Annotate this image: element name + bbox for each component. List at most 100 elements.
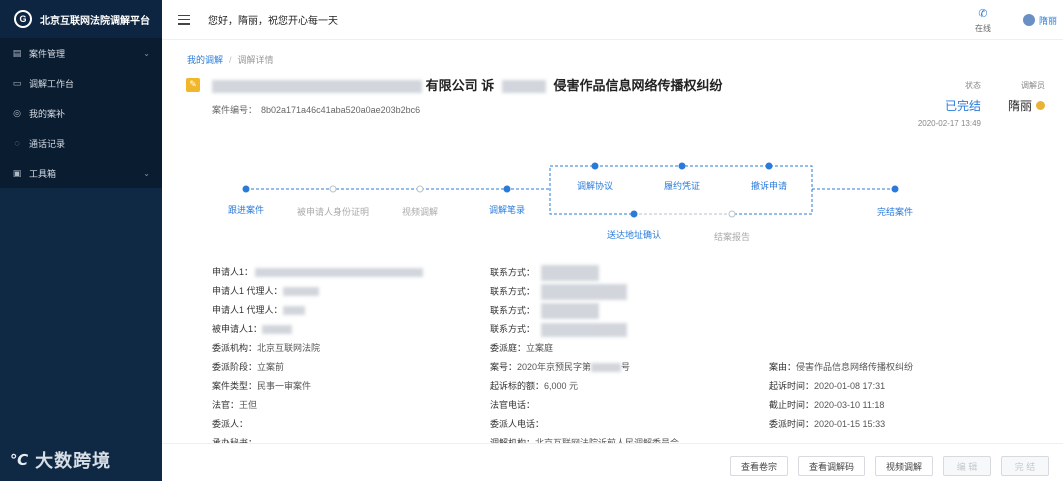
flow-step-dot bbox=[678, 162, 686, 170]
flow-step-dot bbox=[891, 185, 899, 193]
sidebar-item-toolbox[interactable]: ▣ 工具箱 ⌄ bbox=[0, 158, 162, 188]
menu-toggle-icon[interactable] bbox=[178, 14, 190, 25]
edit-button[interactable]: 编 辑 bbox=[943, 456, 991, 476]
info-applicant-agent-1: 申请人1 代理人： bbox=[212, 284, 319, 297]
sidebar-item-label: 调解工作台 bbox=[29, 78, 75, 89]
sidebar-item-case-management[interactable]: ▤ 案件管理 ⌄ bbox=[0, 38, 162, 68]
watermark-logo: ℃ 大数跨境 bbox=[10, 447, 111, 473]
monitor-icon: ▭ bbox=[12, 77, 22, 88]
sidebar-item-label: 我的案补 bbox=[29, 108, 66, 119]
online-label: 在线 bbox=[974, 23, 991, 33]
view-code-button[interactable]: 查看调解码 bbox=[798, 456, 865, 476]
info-contact-2: 联系方式： bbox=[490, 284, 628, 300]
flow-step-dot bbox=[591, 162, 599, 170]
action-bar: 查看卷宗 查看调解码 视频调解 编 辑 完 结 bbox=[162, 443, 1063, 481]
sidebar-item-label: 工具箱 bbox=[29, 168, 57, 179]
sidebar-item-label: 案件管理 bbox=[29, 48, 66, 59]
flow-step-dot bbox=[728, 210, 736, 218]
phone-icon: ✆ bbox=[978, 7, 988, 20]
info-assign-court: 委派庭：立案庭 bbox=[490, 343, 554, 353]
info-assign-stage: 委派阶段：立案前 bbox=[212, 362, 285, 372]
user-menu[interactable]: 隋丽 bbox=[1022, 14, 1057, 27]
mediator-label: 调解员 bbox=[1021, 81, 1045, 90]
status-time: 2020-02-17 13:49 bbox=[917, 119, 981, 128]
info-contact-3: 联系方式： bbox=[490, 303, 600, 319]
info-assign-time: 委派时间：2020-01-15 15:33 bbox=[769, 419, 886, 429]
sidebar-item-call-records[interactable]: ◌ 通话记录 bbox=[0, 128, 162, 158]
step-performance-proof[interactable]: 履约凭证 bbox=[664, 179, 700, 192]
sidebar-item-label: 通话记录 bbox=[29, 138, 66, 149]
info-claim-amount: 起诉标的额：6,000 元 bbox=[490, 381, 579, 391]
step-complete[interactable]: 完结案件 bbox=[877, 205, 913, 218]
info-contact-1: 联系方式： bbox=[490, 265, 600, 281]
mediator-name: 隋丽 bbox=[1007, 99, 1032, 113]
circle-icon: ◎ bbox=[13, 107, 21, 118]
view-docs-button[interactable]: 查看卷宗 bbox=[730, 456, 788, 476]
sidebar: G 北京互联网法院调解平台 ▤ 案件管理 ⌄ ▭ 调解工作台 ◎ 我的案补 ◌ … bbox=[0, 0, 162, 481]
breadcrumb-current: 调解详情 bbox=[237, 55, 274, 65]
info-judge: 法官：王但 bbox=[212, 400, 258, 410]
chevron-down-icon: ⌄ bbox=[143, 48, 150, 58]
info-applicant: 申请人1： bbox=[212, 265, 424, 278]
step-closing-report[interactable]: 结案报告 bbox=[714, 230, 750, 243]
document-icon: ▤ bbox=[12, 47, 22, 58]
step-respondent-id[interactable]: 被申请人身份证明 bbox=[297, 205, 369, 218]
finish-button[interactable]: 完 结 bbox=[1001, 456, 1049, 476]
info-contact-4: 联系方式： bbox=[490, 322, 628, 337]
info-cause: 案由：侵害作品信息网络传播权纠纷 bbox=[769, 362, 914, 372]
step-withdrawal[interactable]: 撤诉申请 bbox=[751, 179, 787, 192]
redacted-respondent bbox=[501, 80, 546, 94]
info-case-number: 案号：2020年京预民字第号 bbox=[490, 362, 631, 373]
case-number-label: 案件编号： bbox=[212, 105, 258, 115]
info-assigner: 委派人： bbox=[212, 419, 249, 429]
sidebar-item-my-cases[interactable]: ◎ 我的案补 bbox=[0, 98, 162, 128]
case-number-value: 8b02a171a46c41aba520a0ae203b2bc6 bbox=[261, 105, 421, 115]
info-assigner-phone: 委派人电话： bbox=[490, 419, 545, 429]
flow-step-dot bbox=[242, 185, 250, 193]
breadcrumb-home[interactable]: 我的调解 bbox=[187, 55, 223, 65]
case-number: 案件编号： 8b02a171a46c41aba520a0ae203b2bc6 bbox=[212, 103, 420, 116]
case-title: ✎ 有限公司 诉 侵害作品信息网络传播权纠纷 bbox=[186, 75, 723, 94]
medal-icon bbox=[1036, 101, 1045, 110]
step-follow-up[interactable]: 跟进案件 bbox=[228, 203, 264, 216]
chevron-down-icon: ⌄ bbox=[143, 168, 150, 178]
watermark-text: 大数跨境 bbox=[35, 451, 112, 471]
case-title-text: 有限公司 诉 侵害作品信息网络传播权纠纷 bbox=[212, 75, 723, 94]
status-block: 状态 已完结 2020-02-17 13:49 bbox=[918, 80, 981, 128]
process-flow: 跟进案件 被申请人身份证明 视频调解 调解笔录 调解协议 履约凭证 撤诉申请 送… bbox=[162, 159, 1063, 249]
step-address-confirm[interactable]: 送达地址确认 bbox=[607, 228, 661, 241]
info-case-type: 案件类型：民事一审案件 bbox=[212, 381, 312, 391]
user-name: 隋丽 bbox=[1038, 15, 1057, 26]
info-applicant-agent-2: 申请人1 代理人： bbox=[212, 303, 305, 316]
flow-step-dot bbox=[765, 162, 773, 170]
flow-step-dot bbox=[416, 185, 424, 193]
main-content: 我的调解 / 调解详情 ✎ 有限公司 诉 侵害作品信息网络传播权纠纷 案件编号： 8b… bbox=[162, 41, 1063, 481]
greeting: 您好，隋丽，祝您开心每一天 bbox=[208, 16, 338, 27]
step-video-mediation[interactable]: 视频调解 bbox=[402, 205, 438, 218]
flow-step-dot bbox=[630, 210, 638, 218]
flow-step-dot bbox=[503, 185, 511, 193]
breadcrumb: 我的调解 / 调解详情 bbox=[187, 55, 274, 65]
online-status[interactable]: ✆ 在线 bbox=[975, 7, 991, 34]
step-mediation-agreement[interactable]: 调解协议 bbox=[577, 179, 613, 192]
case-type-icon: ✎ bbox=[186, 77, 200, 92]
info-filing-time: 起诉时间：2020-01-08 17:31 bbox=[769, 381, 886, 391]
mediator-value: 隋丽 bbox=[1008, 97, 1045, 114]
sidebar-menu: ▤ 案件管理 ⌄ ▭ 调解工作台 ◎ 我的案补 ◌ 通话记录 ▣ 工具箱 ⌄ bbox=[0, 38, 162, 188]
video-mediation-button[interactable]: 视频调解 bbox=[875, 456, 933, 476]
info-judge-phone: 法官电话： bbox=[490, 400, 536, 410]
toolbox-icon: ▣ bbox=[12, 167, 22, 178]
sidebar-item-workbench[interactable]: ▭ 调解工作台 bbox=[0, 68, 162, 98]
info-assign-org: 委派机构：北京互联网法院 bbox=[212, 343, 321, 353]
info-respondent: 被申请人1： bbox=[212, 322, 293, 335]
step-mediation-record[interactable]: 调解笔录 bbox=[489, 203, 525, 216]
watermark-icon: ℃ bbox=[10, 452, 30, 469]
brand: G 北京互联网法院调解平台 bbox=[0, 0, 162, 38]
topbar-right: ✆ 在线 隋丽 bbox=[975, 0, 1063, 40]
redacted-applicant bbox=[212, 80, 422, 94]
info-deadline: 截止时间：2020-03-10 11:18 bbox=[769, 400, 885, 410]
court-logo-icon: G bbox=[14, 10, 32, 28]
topbar: 您好，隋丽，祝您开心每一天 ✆ 在线 隋丽 bbox=[162, 0, 1063, 40]
status-label: 状态 bbox=[965, 81, 981, 90]
chat-icon: ◌ bbox=[14, 138, 20, 148]
